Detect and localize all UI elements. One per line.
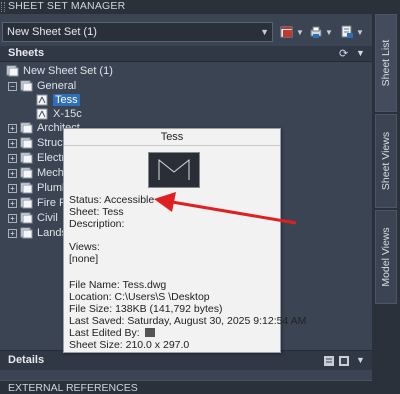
subset-icon (20, 137, 33, 149)
chevron-down-icon: ▼ (356, 27, 364, 37)
tooltip-views-value: [none] (69, 253, 99, 265)
tree-group[interactable]: + Electri (8, 151, 68, 165)
tree-sheet-label: X-15c (53, 108, 82, 120)
expand-icon[interactable]: + (8, 183, 17, 193)
sheets-section-label: Sheets (8, 47, 45, 59)
tab-label: Model Views (380, 227, 392, 287)
expand-icon[interactable]: + (8, 198, 17, 208)
tree-root-node[interactable]: New Sheet Set (1) (6, 64, 113, 78)
open-sheet-set-button[interactable]: ▼ (280, 23, 304, 41)
details-label: Details (8, 354, 45, 366)
side-tab-strip: Sheet List Sheet Views Model Views (372, 0, 400, 394)
sheet-icon (36, 94, 48, 106)
tree-group[interactable]: + Fire Pr (8, 196, 70, 210)
sheet-tooltip: Tess Status: Accessible Sheet: Tess Desc… (63, 128, 306, 353)
subset-icon (20, 122, 33, 134)
tree-sheet-label: Tess (53, 94, 80, 106)
tooltip-sheet: Sheet: Tess (69, 206, 124, 218)
collapse-icon[interactable]: − (8, 81, 17, 91)
expand-icon[interactable]: + (8, 123, 17, 133)
subset-icon (20, 167, 33, 179)
tooltip-sheet-size: Sheet Size: 210.0 x 297.0 (69, 339, 190, 351)
chevron-down-icon: ▼ (260, 27, 269, 37)
tree-sheet-tess[interactable]: Tess (36, 93, 80, 107)
tooltip-title: Tess (64, 129, 280, 146)
sheets-section-header[interactable]: Sheets ⟳ ▼ (0, 46, 372, 62)
preview-view-icon[interactable] (339, 356, 349, 366)
chevron-down-icon[interactable]: ▼ (356, 355, 365, 365)
tooltip-file-name: File Name: Tess.dwg (69, 279, 167, 291)
tooltip-file-size: File Size: 138KB (141,792 bytes) (69, 303, 223, 315)
tree-sheet-x15c[interactable]: X-15c (36, 107, 82, 121)
publish-button[interactable]: ▼ (309, 23, 333, 41)
details-view-icon[interactable] (324, 356, 334, 366)
external-references-bar[interactable]: EXTERNAL REFERENCES (0, 380, 372, 394)
tooltip-last-saved: Last Saved: Saturday, August 30, 2025 9:… (69, 315, 307, 327)
tree-group[interactable]: + Plumb (8, 181, 68, 195)
sheet-selections-icon (341, 25, 353, 38)
tab-model-views[interactable]: Model Views (375, 210, 397, 304)
tooltip-status: Status: Accessible (69, 194, 155, 206)
sheet-thumbnail (148, 152, 200, 188)
toolbar: New Sheet Set (1) ▼ ▼ ▼ ▼ (0, 14, 372, 46)
subset-icon (20, 182, 33, 194)
drag-grip[interactable] (1, 2, 5, 12)
external-references-label: EXTERNAL REFERENCES (8, 382, 138, 394)
expand-icon[interactable]: + (8, 228, 17, 238)
redacted-block (145, 328, 155, 337)
details-section-header[interactable]: Details ▼ (0, 350, 372, 370)
expand-icon[interactable]: + (8, 153, 17, 163)
subset-icon (20, 80, 33, 92)
subset-icon (20, 212, 33, 224)
sheet-set-icon (6, 65, 19, 77)
chevron-down-icon: ▼ (296, 27, 304, 37)
chevron-down-icon: ▼ (325, 27, 333, 37)
tab-label: Sheet Views (380, 131, 392, 191)
tab-sheet-list[interactable]: Sheet List (375, 14, 397, 112)
tree-group-label: Civil (37, 212, 58, 224)
panel-title: SHEET SET MANAGER (8, 0, 126, 12)
tree-group[interactable]: + Mecha (8, 166, 70, 180)
tab-sheet-views[interactable]: Sheet Views (375, 114, 397, 208)
tooltip-location: Location: C:\Users\S \Desktop (69, 291, 210, 303)
expand-icon[interactable]: + (8, 168, 17, 178)
tree-group-general[interactable]: − General (8, 79, 76, 93)
tab-label: Sheet List (380, 39, 392, 87)
expand-icon[interactable]: + (8, 213, 17, 223)
sheet-set-dropdown[interactable]: New Sheet Set (1) ▼ (2, 22, 273, 42)
subset-icon (20, 227, 33, 239)
subset-icon (20, 197, 33, 209)
chevron-down-icon[interactable]: ▼ (356, 48, 365, 58)
sheet-selections-button[interactable]: ▼ (340, 23, 364, 41)
tree-group-label: General (37, 80, 77, 92)
thumbnail-drawing-icon (158, 158, 190, 180)
refresh-icon[interactable]: ⟳ (339, 47, 348, 60)
tree-group[interactable]: + Civil (8, 211, 58, 225)
subset-icon (20, 152, 33, 164)
sheet-icon (36, 108, 48, 120)
panel-title-bar[interactable]: SHEET SET MANAGER (0, 0, 372, 14)
tooltip-views-label: Views: (69, 241, 100, 253)
expand-icon[interactable]: + (8, 138, 17, 148)
open-sheet-set-icon (280, 26, 293, 38)
tree-root-label: New Sheet Set (1) (23, 65, 113, 77)
tooltip-description: Description: (69, 218, 125, 230)
sheet-set-value: New Sheet Set (1) (7, 26, 97, 38)
publish-icon (310, 26, 322, 38)
tooltip-last-edited: Last Edited By: (69, 327, 140, 339)
